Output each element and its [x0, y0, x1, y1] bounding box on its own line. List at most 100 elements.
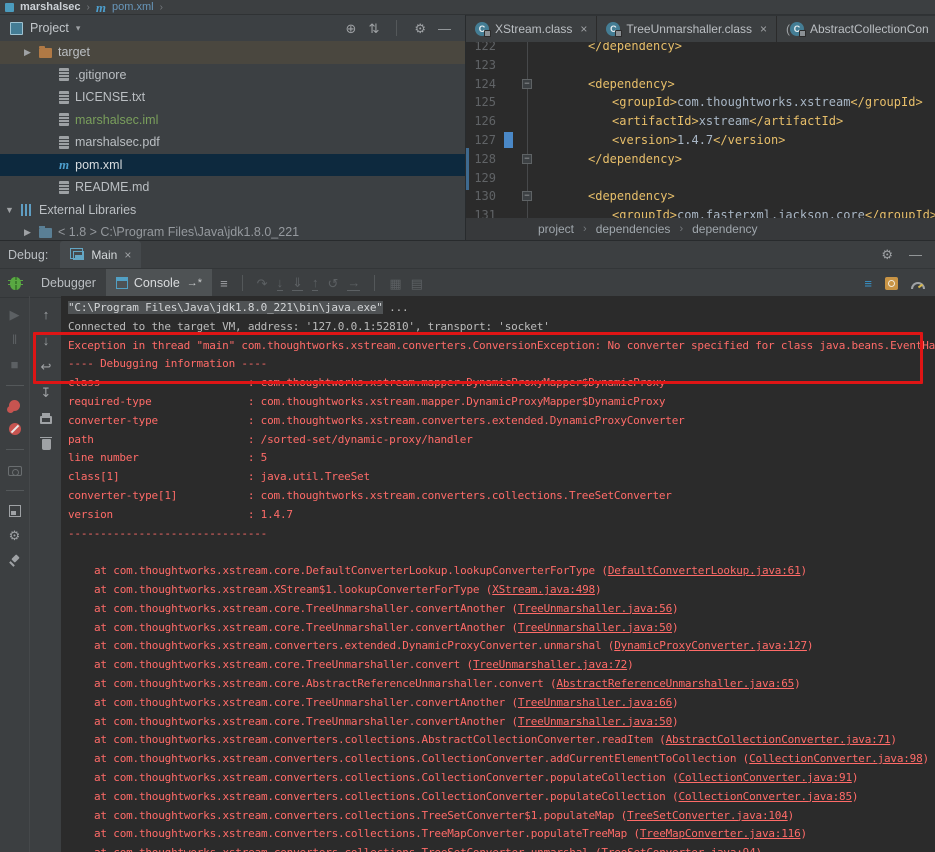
search-output-icon[interactable]: [885, 277, 898, 290]
debug-session-tab[interactable]: Main ×: [60, 241, 141, 268]
close-icon[interactable]: ×: [580, 22, 587, 36]
chevron-right-icon: ›: [679, 223, 683, 235]
close-icon[interactable]: ×: [760, 22, 767, 36]
stack-frame-link[interactable]: AbstractCollectionConverter.java:71: [666, 733, 891, 746]
stack-frame-link[interactable]: TreeMapConverter.java:116: [640, 827, 801, 840]
maven-icon: m: [96, 1, 106, 14]
trace-settings-icon[interactable]: ▤: [411, 277, 423, 290]
stack-frame-link[interactable]: XStream.java:498: [492, 583, 595, 596]
stack-frame-line: at com.thoughtworks.xstream.converters.e…: [68, 637, 935, 656]
fold-icon[interactable]: −: [522, 154, 532, 164]
tree-item[interactable]: ▶ < 1.8 > C:\Program Files\Java\jdk1.8.0_…: [0, 221, 465, 240]
tree-item[interactable]: marshalsec.iml: [0, 109, 465, 132]
settings-icon[interactable]: ⚙: [414, 22, 426, 35]
tab-console[interactable]: Console→*: [106, 269, 212, 297]
stack-frame-link[interactable]: CollectionConverter.java:85: [678, 790, 851, 803]
view-breakpoints-icon[interactable]: [9, 400, 20, 411]
stack-frame-line: at com.thoughtworks.xstream.converters.c…: [68, 788, 935, 807]
chevron-right-icon[interactable]: ▶: [22, 227, 33, 238]
fold-icon[interactable]: −: [522, 191, 532, 201]
stack-frame-link[interactable]: CollectionConverter.java:91: [678, 771, 851, 784]
pause-icon[interactable]: ‖: [12, 333, 17, 346]
resume-icon[interactable]: ▶: [10, 308, 20, 321]
stack-frame-link[interactable]: TreeSetConverter.java:104: [627, 809, 788, 822]
editor-tab[interactable]: CTreeUnmarshaller.class×: [597, 16, 777, 42]
drop-frame-icon[interactable]: ↺: [327, 277, 338, 290]
force-step-into-icon[interactable]: ⇓: [292, 276, 303, 291]
pin-icon[interactable]: [8, 554, 21, 567]
stack-frame-line: at com.thoughtworks.xstream.core.TreeUnm…: [68, 694, 935, 713]
evaluate-expression-icon[interactable]: ▦: [389, 277, 401, 290]
stack-frame-link[interactable]: CollectionConverter.java:98: [749, 752, 922, 765]
tree-item[interactable]: .gitignore: [0, 64, 465, 87]
chevron-down-icon[interactable]: ▼: [4, 205, 15, 215]
hide-panel-icon[interactable]: —: [909, 248, 922, 261]
hide-panel-icon[interactable]: —: [438, 22, 451, 35]
stack-frame-link[interactable]: TreeUnmarshaller.java:56: [518, 602, 672, 615]
fold-icon[interactable]: −: [522, 79, 532, 89]
breadcrumb-project[interactable]: marshalsec: [20, 1, 81, 13]
step-into-icon[interactable]: ↓: [277, 276, 284, 291]
editor-tab[interactable]: CXStream.class×: [466, 16, 597, 42]
stack-frame-link[interactable]: DynamicProxyConverter.java:127: [614, 639, 807, 652]
editor: CXStream.class×CTreeUnmarshaller.class×(…: [466, 15, 935, 240]
soft-wrap-icon[interactable]: ↩: [41, 360, 52, 373]
scroll-to-end-icon[interactable]: ↧: [41, 386, 52, 399]
editor-tab[interactable]: (CAbstractCollectionCon: [777, 16, 935, 42]
step-out-icon[interactable]: ↑: [312, 276, 319, 291]
layout-menu-icon[interactable]: ≡: [220, 277, 228, 290]
tab-debugger[interactable]: Debugger: [31, 269, 106, 297]
tree-item-label: < 1.8 > C:\Program Files\Java\jdk1.8.0_2…: [58, 225, 299, 239]
ide-window: marshalsec › m pom.xml › Project ▾ ⊕⇅⚙— …: [0, 0, 935, 852]
breadcrumb-item[interactable]: dependency: [692, 222, 757, 236]
line-number: 131: [466, 206, 496, 218]
wrap-lines-icon[interactable]: ≡: [864, 277, 872, 290]
breadcrumb-item[interactable]: project: [538, 222, 574, 236]
stack-frame-line: at com.thoughtworks.xstream.converters.c…: [68, 750, 935, 769]
stack-frame-link[interactable]: TreeSetConverter.java:94: [601, 846, 755, 852]
file-icon: [59, 136, 69, 149]
console-line: Connected to the target VM, address: '12…: [68, 318, 935, 337]
stack-frame-link[interactable]: TreeUnmarshaller.java:50: [518, 715, 672, 728]
print-icon[interactable]: [40, 416, 52, 424]
stack-frame-line: at com.thoughtworks.xstream.core.Abstrac…: [68, 675, 935, 694]
stack-frame-link[interactable]: TreeUnmarshaller.java:66: [518, 696, 672, 709]
tree-item[interactable]: marshalsec.pdf: [0, 131, 465, 154]
clear-all-icon[interactable]: [42, 439, 51, 450]
chevron-right-icon[interactable]: ▶: [22, 47, 33, 58]
performance-monitor-icon[interactable]: [911, 282, 925, 289]
settings-icon[interactable]: ⚙: [881, 248, 893, 261]
stack-frame-link[interactable]: DefaultConverterLookup.java:61: [608, 564, 801, 577]
stack-frame-link[interactable]: TreeUnmarshaller.java:72: [473, 658, 627, 671]
separator: [6, 449, 24, 450]
stop-icon[interactable]: ■: [11, 358, 19, 371]
project-panel-header: Project ▾ ⊕ ⇅ ⚙ —: [0, 15, 465, 41]
tree-item[interactable]: ▼External Libraries: [0, 199, 465, 222]
run-to-cursor-icon[interactable]: →: [347, 276, 360, 291]
settings-icon[interactable]: ⚙: [9, 529, 21, 542]
thread-dump-icon[interactable]: [8, 466, 22, 476]
session-tab-label: Main: [91, 248, 117, 262]
project-tree: ▶target.gitignoreLICENSE.txtmarshalsec.i…: [0, 41, 465, 240]
restore-layout-icon[interactable]: [9, 505, 21, 517]
tree-item[interactable]: ▶target: [0, 41, 465, 64]
tree-item[interactable]: LICENSE.txt: [0, 86, 465, 109]
breadcrumb-file[interactable]: pom.xml: [112, 1, 154, 13]
mute-breakpoints-icon[interactable]: [9, 423, 21, 435]
project-panel-title[interactable]: Project: [30, 21, 69, 35]
stack-frame-link[interactable]: AbstractReferenceUnmarshaller.java:65: [556, 677, 794, 690]
close-icon[interactable]: ×: [124, 248, 131, 262]
collapse-all-icon[interactable]: ⇅: [368, 22, 379, 35]
console-output[interactable]: "C:\Program Files\Java\jdk1.8.0_221\bin\…: [61, 296, 935, 852]
code-line: 125<groupId>com.thoughtworks.xstream</gr…: [466, 93, 935, 112]
chevron-down-icon[interactable]: ▾: [76, 24, 81, 33]
tree-item[interactable]: README.md: [0, 176, 465, 199]
breadcrumb-item[interactable]: dependencies: [596, 222, 671, 236]
locate-icon[interactable]: ⊕: [346, 22, 357, 35]
up-the-stack-trace-icon[interactable]: ↑: [43, 308, 50, 321]
tree-item[interactable]: mpom.xml: [0, 154, 465, 177]
editor-code-area[interactable]: 122</dependency>123124−<dependency>125<g…: [466, 37, 935, 218]
down-the-stack-trace-icon[interactable]: ↓: [43, 334, 50, 347]
stack-frame-link[interactable]: TreeUnmarshaller.java:50: [518, 621, 672, 634]
step-over-icon[interactable]: ↷: [257, 277, 268, 290]
